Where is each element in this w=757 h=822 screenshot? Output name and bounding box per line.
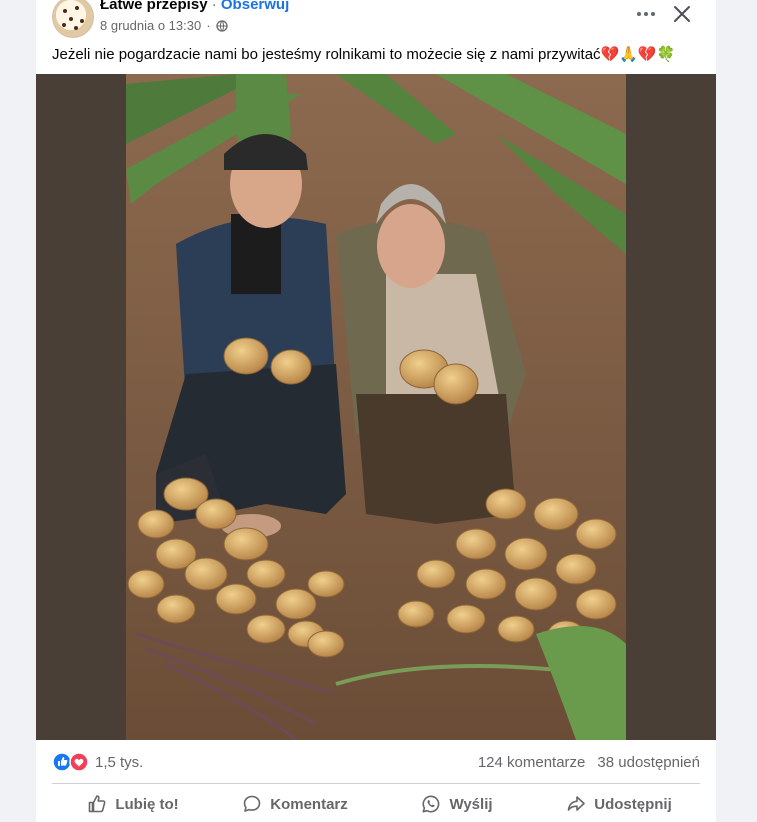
close-icon[interactable]	[668, 0, 696, 28]
post-card: Łatwe przepisy · Obserwuj 8 grudnia o 13…	[36, 0, 716, 822]
author-name[interactable]: Łatwe przepisy	[100, 0, 208, 13]
thumbs-up-icon	[89, 795, 106, 813]
comment-button[interactable]: Komentarz	[214, 786, 376, 822]
comment-label: Komentarz	[270, 795, 348, 813]
share-label: Udostępnij	[594, 795, 672, 813]
like-label: Lubię to!	[115, 795, 179, 813]
comment-bubble-icon	[243, 795, 261, 812]
whatsapp-icon	[422, 795, 440, 813]
share-button[interactable]: Udostępnij	[538, 786, 700, 822]
post-stats: 124 komentarze 38 udostępnień	[478, 754, 700, 771]
author-line: Łatwe przepisy · Obserwuj	[100, 0, 289, 13]
love-reaction-icon	[69, 752, 89, 772]
post-text: Jeżeli nie pogardzacie nami bo jesteśmy …	[52, 46, 676, 63]
action-bar: Lubię to! Komentarz Wyślij Udostępnij	[52, 786, 700, 822]
author-separator: ·	[207, 0, 221, 13]
meta-separator: ·	[206, 18, 211, 33]
post-meta: 8 grudnia o 13:30 ·	[100, 18, 228, 33]
send-button[interactable]: Wyślij	[376, 786, 538, 822]
post-photo	[36, 74, 716, 740]
like-button[interactable]: Lubię to!	[52, 786, 214, 822]
reaction-icons[interactable]	[52, 752, 92, 772]
reactions-row: 1,5 tys. 124 komentarze 38 udostępnień	[36, 740, 716, 784]
follow-button[interactable]: Obserwuj	[221, 0, 289, 13]
globe-icon[interactable]	[215, 19, 228, 32]
more-options-icon[interactable]	[632, 2, 660, 26]
shares-count[interactable]: 38 udostępnień	[597, 754, 700, 771]
comments-count[interactable]: 124 komentarze	[478, 754, 586, 771]
like-reaction-icon	[52, 752, 72, 772]
divider	[52, 783, 700, 784]
page-avatar[interactable]	[52, 0, 94, 38]
send-label: Wyślij	[449, 795, 493, 813]
post-timestamp[interactable]: 8 grudnia o 13:30	[100, 18, 201, 33]
share-arrow-icon	[567, 796, 586, 811]
reaction-count[interactable]: 1,5 tys.	[95, 754, 143, 771]
post-image[interactable]	[36, 74, 716, 740]
post-header: Łatwe przepisy · Obserwuj 8 grudnia o 13…	[36, 0, 716, 44]
